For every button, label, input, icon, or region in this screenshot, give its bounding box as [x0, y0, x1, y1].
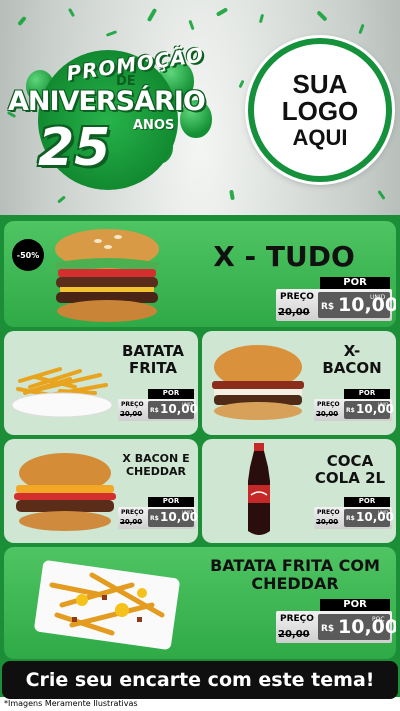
disclaimer: *Imagens Meramente Ilustrativas	[4, 699, 138, 708]
item-title: COCA COLA 2L	[314, 452, 386, 488]
price-tag: PREÇO 20,00 R$ 10,00 UNID	[314, 507, 394, 529]
logo-line-1: SUA	[292, 69, 348, 100]
por-tag: POR	[320, 277, 390, 289]
discount-badge: -50%	[12, 239, 44, 271]
unit-label: UNID	[182, 510, 193, 515]
currency: R$	[346, 515, 355, 522]
item-price: POR PREÇO 20,00 R$ 10,00 POÇ	[276, 599, 396, 645]
logo-line-2: LOGO	[281, 96, 359, 127]
item-title: BATATA FRITA	[121, 342, 185, 378]
por-tag: POR	[320, 599, 390, 611]
item-price: POR PREÇO 20,00 R$ 10,00 UNID	[314, 389, 394, 423]
preco-label: PREÇO	[121, 509, 144, 516]
new-price-box: R$ 10,00 UNID	[148, 401, 198, 419]
burger-icon	[212, 345, 304, 420]
burger-icon	[14, 453, 116, 531]
new-price: 10,00	[356, 402, 394, 416]
old-price: 20,00	[278, 307, 310, 318]
currency: R$	[150, 515, 159, 522]
unit-label: UNID	[378, 510, 389, 515]
unit-label: UNID	[182, 402, 193, 407]
price-tag: PREÇO 20,00 R$ 10,00 UNID	[118, 399, 198, 421]
item-card-coca-cola: COCA COLA 2L POR PREÇO 20,00 R$ 10,00 UN…	[202, 439, 396, 543]
price-tag: PREÇO 20,00 R$ 10,00 UNID	[314, 399, 394, 421]
new-price: 10,00	[338, 616, 396, 638]
new-price-box: R$ 10,00 UNID	[344, 401, 394, 419]
old-price: 20,00	[316, 410, 339, 418]
item-card-batata-frita: BATATA FRITA POR PREÇO 20,00 R$ 10,00 UN…	[4, 331, 198, 435]
item-card-x-bacon: X- BACON POR PREÇO 20,00 R$ 10,00 UNID	[202, 331, 396, 435]
header: PROMOÇÃO DE ANIVERSÁRIO 25 ANOS SUA LOGO…	[0, 0, 400, 215]
currency: R$	[321, 302, 335, 312]
unit-label: POÇ	[372, 616, 385, 623]
old-price: 20,00	[120, 410, 143, 418]
featured-title: X - TUDO	[213, 240, 355, 273]
logo-line-3: AQUI	[292, 124, 348, 150]
preco-label: PREÇO	[280, 292, 314, 302]
por-tag: POR	[344, 497, 390, 507]
price-tag: PREÇO 20,00 R$ 10,00 UNID	[118, 507, 198, 529]
item-card-batata-cheddar: BATATA FRITA COM CHEDDAR POR PREÇO 20,00…	[4, 547, 396, 659]
new-price-box: R$ 10,00 POÇ	[318, 614, 396, 640]
price-tag: PREÇO 20,00 R$ 10,00 UNID	[276, 289, 396, 321]
item-title: BATATA FRITA COM CHEDDAR	[210, 556, 380, 594]
old-price: 20,00	[120, 518, 143, 526]
currency: R$	[321, 624, 335, 634]
preco-label: PREÇO	[317, 509, 340, 516]
new-price-box: R$ 10,00 UNID	[318, 292, 396, 318]
promo-aniversario: ANIVERSÁRIO	[8, 86, 206, 117]
por-tag: POR	[148, 389, 194, 399]
burger-icon	[54, 229, 160, 322]
old-price: 20,00	[278, 629, 310, 640]
item-price: POR PREÇO 20,00 R$ 10,00 UNID	[314, 497, 394, 531]
item-card-x-bacon-cheddar: X BACON E CHEDDAR POR PREÇO 20,00 R$ 10,…	[4, 439, 198, 543]
preco-label: PREÇO	[317, 401, 340, 408]
new-price: 10,00	[338, 294, 396, 316]
item-price: POR PREÇO 20,00 R$ 10,00 UNID	[118, 389, 198, 423]
new-price: 10,00	[160, 402, 198, 416]
unit-label: UNID	[378, 402, 389, 407]
item-title: X BACON E CHEDDAR	[122, 452, 190, 478]
item-title: X- BACON	[322, 342, 382, 378]
old-price: 20,00	[316, 518, 339, 526]
preco-label: PREÇO	[121, 401, 144, 408]
preco-label: PREÇO	[280, 614, 314, 624]
logo-placeholder: SUA LOGO AQUI	[248, 38, 392, 182]
currency: R$	[346, 407, 355, 414]
soda-bottle-icon	[248, 443, 270, 535]
price-tag: PREÇO 20,00 R$ 10,00 POÇ	[276, 611, 396, 643]
unit-label: UNID	[370, 294, 386, 301]
por-tag: POR	[344, 389, 390, 399]
new-price: 10,00	[356, 510, 394, 524]
fries-icon	[11, 367, 113, 418]
item-price: POR PREÇO 20,00 R$ 10,00 UNID	[118, 497, 198, 531]
fries-cheddar-icon	[34, 560, 180, 650]
featured-card: -50% X - TUDO POR PREÇO 20,00 R$ 10,00 U…	[4, 221, 396, 327]
anniversary-badge: PROMOÇÃO DE ANIVERSÁRIO 25 ANOS	[8, 40, 238, 190]
featured-price: POR PREÇO 20,00 R$ 10,00 UNID	[276, 277, 396, 323]
new-price-box: R$ 10,00 UNID	[148, 509, 198, 527]
currency: R$	[150, 407, 159, 414]
cta-banner[interactable]: Crie seu encarte com este tema!	[2, 661, 398, 699]
promo-number: 25	[38, 118, 111, 178]
new-price-box: R$ 10,00 UNID	[344, 509, 394, 527]
por-tag: POR	[148, 497, 194, 507]
new-price: 10,00	[160, 510, 198, 524]
menu-panel: -50% X - TUDO POR PREÇO 20,00 R$ 10,00 U…	[0, 215, 400, 711]
promo-anos: ANOS	[133, 118, 175, 133]
